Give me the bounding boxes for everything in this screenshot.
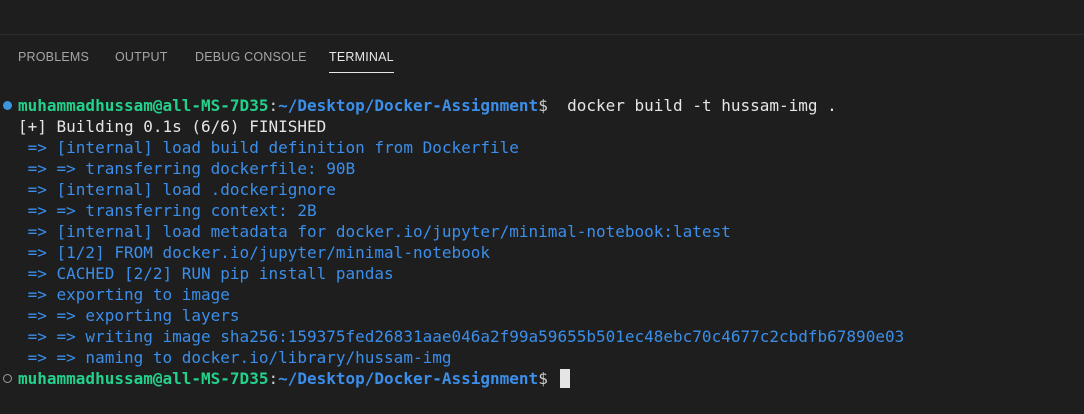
panel-tabs: PROBLEMS OUTPUT DEBUG CONSOLE TERMINAL <box>0 35 1084 73</box>
panel-top-strip <box>0 0 1084 34</box>
command-success-decoration-icon[interactable] <box>3 101 12 110</box>
terminal-cursor <box>559 369 570 388</box>
build-header: [+] Building 0.1s (6/6) FINISHED <box>18 117 327 136</box>
command-pending-decoration-icon[interactable] <box>3 374 12 383</box>
command-line: muhammadhussam@all-MS-7D35:~/Desktop/Doc… <box>18 95 837 116</box>
build-step: => [internal] load .dockerignore <box>18 180 336 199</box>
build-step: => [internal] load metadata for docker.i… <box>18 222 731 241</box>
build-step: => => transferring dockerfile: 90B <box>18 159 356 178</box>
build-step: => => writing image sha256:159375fed2683… <box>18 327 905 346</box>
prompt-path: ~/Desktop/Docker-Assignment <box>278 369 539 388</box>
tab-debug-console[interactable]: DEBUG CONSOLE <box>195 35 307 73</box>
prompt-separator: : <box>268 369 279 388</box>
prompt-user: muhammadhussam@all-MS-7D35 <box>18 96 269 115</box>
tab-problems[interactable]: PROBLEMS <box>18 35 89 73</box>
tab-output[interactable]: OUTPUT <box>115 35 168 73</box>
prompt-dollar: $ <box>538 369 548 388</box>
prompt-user: muhammadhussam@all-MS-7D35 <box>18 369 269 388</box>
prompt-separator: : <box>268 96 279 115</box>
terminal-area[interactable]: muhammadhussam@all-MS-7D35:~/Desktop/Doc… <box>0 95 1084 405</box>
build-step: => => exporting layers <box>18 306 240 325</box>
prompt-dollar: $ <box>538 96 548 115</box>
command-text: docker build -t hussam-img . <box>547 96 837 115</box>
build-step: => [internal] load build definition from… <box>18 138 519 157</box>
build-step: => exporting to image <box>18 285 230 304</box>
build-step: => [1/2] FROM docker.io/jupyter/minimal-… <box>18 243 491 262</box>
prompt-line[interactable]: muhammadhussam@all-MS-7D35:~/Desktop/Doc… <box>18 368 570 389</box>
build-step: => => naming to docker.io/library/hussam… <box>18 348 452 367</box>
build-step: => => transferring context: 2B <box>18 201 317 220</box>
build-step: => CACHED [2/2] RUN pip install pandas <box>18 264 394 283</box>
tab-terminal[interactable]: TERMINAL <box>329 35 394 73</box>
prompt-path: ~/Desktop/Docker-Assignment <box>278 96 539 115</box>
